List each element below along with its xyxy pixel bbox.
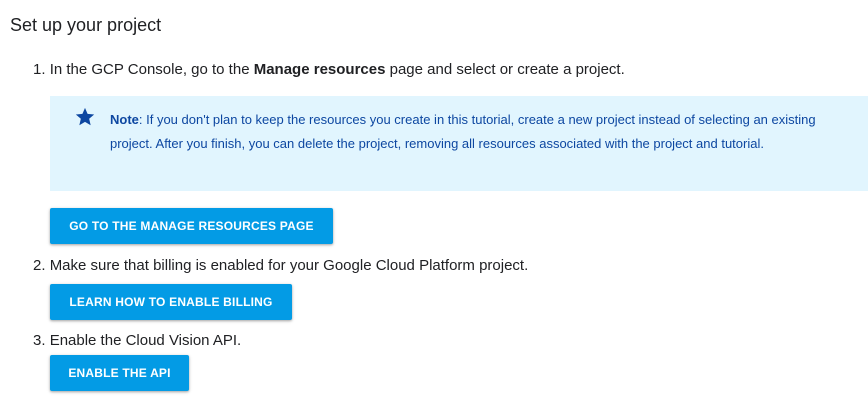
step-1: 1. In the GCP Console, go to the Manage … (33, 60, 625, 80)
step-1-prefix: In the GCP Console, go to the (49, 61, 254, 78)
step-1-bold-link-text: Manage resources (253, 61, 386, 78)
step-1-number: 1. (33, 61, 46, 78)
note-label: Note (110, 112, 139, 127)
step-2-number: 2. (33, 257, 46, 274)
step-3-number: 3. (33, 332, 46, 349)
star-icon (75, 107, 95, 126)
go-to-manage-resources-button[interactable]: GO TO THE MANAGE RESOURCES PAGE (50, 208, 333, 244)
enable-api-button[interactable]: ENABLE THE API (50, 355, 189, 391)
note-callout: Note: If you don't plan to keep the reso… (50, 96, 868, 191)
setup-page: Set up your project 1. In the GCP Consol… (0, 0, 868, 405)
page-heading: Set up your project (10, 15, 162, 35)
note-body: : If you don't plan to keep the resource… (110, 112, 816, 151)
step-2: 2. Make sure that billing is enabled for… (33, 256, 528, 276)
step-1-suffix: page and select or create a project. (385, 61, 625, 78)
learn-enable-billing-button[interactable]: LEARN HOW TO ENABLE BILLING (50, 284, 292, 320)
step-3-text: Enable the Cloud Vision API. (49, 332, 242, 349)
note-text: Note: If you don't plan to keep the reso… (110, 108, 820, 156)
step-3: 3. Enable the Cloud Vision API. (33, 331, 241, 351)
step-2-text: Make sure that billing is enabled for yo… (49, 257, 529, 274)
